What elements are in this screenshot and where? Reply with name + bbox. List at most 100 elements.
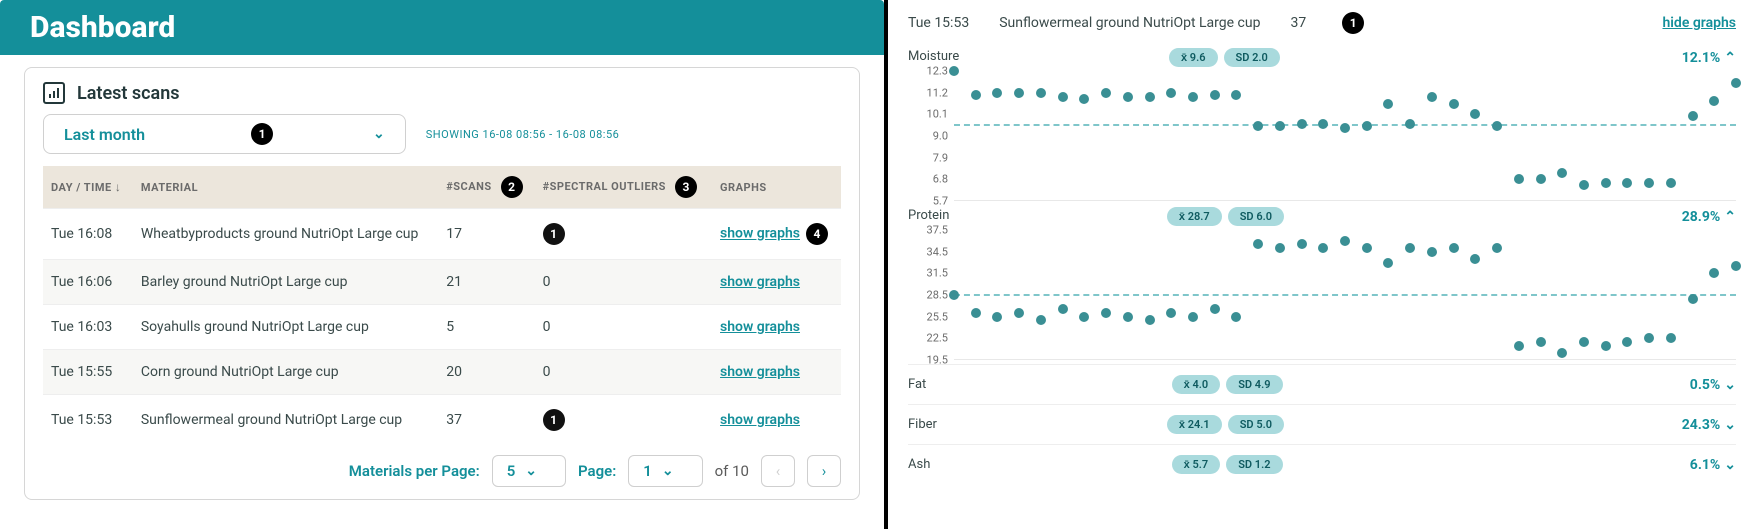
protein-sd: SD 6.0 — [1228, 207, 1284, 226]
cell-scans: 37 — [438, 395, 534, 446]
col-outliers[interactable]: #SPECTRAL OUTLIERS 3 — [535, 166, 712, 209]
data-point — [1601, 178, 1611, 188]
per-page-select[interactable]: 5 ⌄ — [492, 455, 566, 487]
chevron-down-icon: ⌄ — [1724, 457, 1736, 473]
data-point — [1123, 92, 1133, 102]
data-point — [1514, 174, 1524, 184]
protein-summary[interactable]: 28.9%⌃ — [1682, 209, 1736, 225]
data-point — [1014, 308, 1024, 318]
chevron-down-icon: ⌄ — [662, 463, 674, 479]
page-select[interactable]: 1 ⌄ — [628, 455, 702, 487]
chevron-up-icon: ⌃ — [1724, 50, 1736, 66]
cell-scans: 17 — [438, 209, 534, 260]
data-point — [1579, 180, 1589, 190]
data-point — [1579, 337, 1589, 347]
data-point — [1362, 243, 1372, 253]
chevron-down-icon: ⌄ — [373, 126, 385, 142]
scans-icon — [43, 82, 65, 104]
chart-fat[interactable]: Fat x̄ 4.0 SD 4.9 0.5%⌄ — [908, 364, 1736, 404]
chevron-down-icon: ⌄ — [1724, 377, 1736, 393]
col-graphs: GRAPHS — [712, 166, 841, 209]
cell-outliers: 0 — [535, 350, 712, 395]
y-tick: 19.5 — [908, 354, 948, 367]
data-point — [1210, 90, 1220, 100]
table-row: Tue 16:08 Wheatbyproducts ground NutriOp… — [43, 209, 841, 260]
show-graphs-link[interactable]: show graphs — [720, 226, 800, 242]
data-point — [1622, 337, 1632, 347]
y-tick: 37.5 — [908, 224, 948, 237]
cell-scans: 5 — [438, 305, 534, 350]
ash-mean: x̄ 5.7 — [1172, 455, 1221, 474]
data-point — [1101, 88, 1111, 98]
data-point — [1449, 243, 1459, 253]
data-point — [1123, 312, 1133, 322]
y-tick: 34.5 — [908, 245, 948, 258]
mean-line — [954, 294, 1736, 296]
prev-page-button[interactable]: ‹ — [761, 455, 795, 487]
chevron-up-icon: ⌃ — [1724, 209, 1736, 225]
data-point — [1688, 294, 1698, 304]
page-total: of 10 — [715, 462, 749, 480]
chart-title-ash: Ash — [908, 457, 968, 472]
show-graphs-link[interactable]: show graphs — [720, 412, 800, 428]
data-point — [971, 308, 981, 318]
hide-graphs-link[interactable]: hide graphs — [1662, 15, 1736, 31]
cell-daytime: Tue 15:53 — [43, 395, 133, 446]
moisture-mean: x̄ 9.6 — [1169, 48, 1218, 67]
col-daytime[interactable]: DAY / TIME ↓ — [43, 166, 133, 209]
data-point — [1166, 308, 1176, 318]
chart-protein: Protein x̄ 28.7 SD 6.0 28.9%⌃ 37.534.531… — [908, 207, 1736, 360]
data-point — [1405, 243, 1415, 253]
cell-daytime: Tue 16:06 — [43, 260, 133, 305]
data-point — [1253, 121, 1263, 131]
data-point — [1145, 92, 1155, 102]
detail-daytime: Tue 15:53 — [908, 15, 969, 31]
data-point — [1383, 99, 1393, 109]
per-page-label: Materials per Page: — [349, 462, 480, 480]
y-tick: 12.3 — [908, 65, 948, 78]
cell-outliers: 1 — [535, 209, 712, 260]
data-point — [1297, 239, 1307, 249]
data-point — [1340, 236, 1350, 246]
data-point — [1231, 312, 1241, 322]
protein-plot: 37.534.531.528.525.522.519.5 — [954, 230, 1736, 360]
chevron-down-icon: ⌄ — [1724, 417, 1736, 433]
data-point — [1688, 111, 1698, 121]
cell-daytime: Tue 16:08 — [43, 209, 133, 260]
time-range-filter[interactable]: Last month 1 ⌄ — [43, 114, 406, 154]
data-point — [1601, 341, 1611, 351]
table-row: Tue 16:03 Soyahulls ground NutriOpt Larg… — [43, 305, 841, 350]
chart-title-fiber: Fiber — [908, 417, 968, 432]
chart-ash[interactable]: Ash x̄ 5.7 SD 1.2 6.1%⌄ — [908, 444, 1736, 484]
cell-outliers: 0 — [535, 305, 712, 350]
chart-fiber[interactable]: Fiber x̄ 24.1 SD 5.0 24.3%⌄ — [908, 404, 1736, 444]
cell-graphs: show graphs — [712, 395, 841, 446]
table-row: Tue 15:55 Corn ground NutriOpt Large cup… — [43, 350, 841, 395]
show-graphs-link[interactable]: show graphs — [720, 364, 800, 380]
annotation-2: 2 — [501, 176, 523, 198]
y-tick: 5.7 — [908, 195, 948, 208]
fat-summary[interactable]: 0.5%⌄ — [1690, 377, 1736, 393]
ash-summary[interactable]: 6.1%⌄ — [1690, 457, 1736, 473]
show-graphs-link[interactable]: show graphs — [720, 274, 800, 290]
col-material[interactable]: MATERIAL — [133, 166, 438, 209]
ash-sd: SD 1.2 — [1226, 455, 1282, 474]
y-tick: 7.9 — [908, 151, 948, 164]
fiber-sd: SD 5.0 — [1228, 415, 1284, 434]
show-graphs-link[interactable]: show graphs — [720, 319, 800, 335]
next-page-button[interactable]: › — [807, 455, 841, 487]
data-point — [1383, 258, 1393, 268]
cell-material: Corn ground NutriOpt Large cup — [133, 350, 438, 395]
annotation-1: 1 — [251, 123, 273, 145]
col-scans[interactable]: #SCANS 2 — [438, 166, 534, 209]
data-point — [1318, 243, 1328, 253]
detail-scans: 37 — [1290, 15, 1306, 31]
chart-title-protein: Protein — [908, 208, 968, 223]
moisture-summary[interactable]: 12.1%⌃ — [1682, 50, 1736, 66]
fiber-summary[interactable]: 24.3%⌄ — [1682, 417, 1736, 433]
data-point — [1014, 88, 1024, 98]
pagination: Materials per Page: 5 ⌄ Page: 1 ⌄ of 10 … — [43, 445, 841, 487]
data-point — [1644, 333, 1654, 343]
sort-desc-icon: ↓ — [115, 180, 122, 194]
y-tick: 9.0 — [908, 130, 948, 143]
